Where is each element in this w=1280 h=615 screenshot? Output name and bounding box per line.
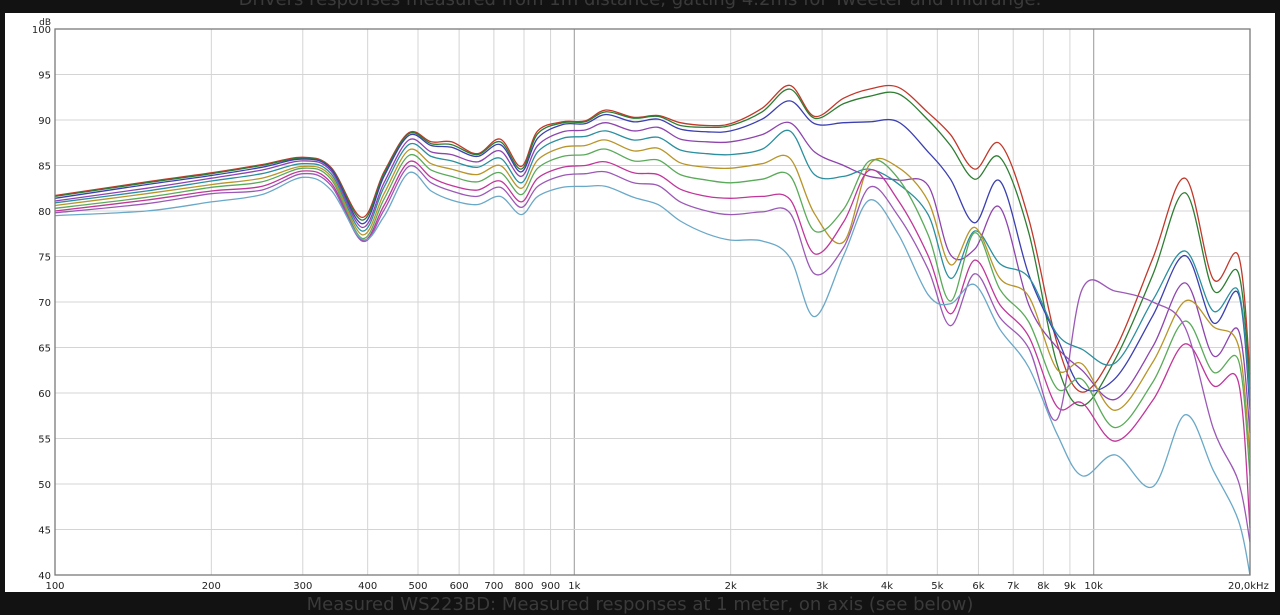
x-tick-label: 7k xyxy=(1007,581,1019,592)
x-tick-label: 6k xyxy=(972,581,984,592)
y-tick-label: 70 xyxy=(38,298,51,309)
x-tick-label: 400 xyxy=(358,581,377,592)
x-tick-label: 300 xyxy=(293,581,312,592)
x-tick-label: 1k xyxy=(568,581,580,592)
caption-top: Drivers responses measured from 1m dista… xyxy=(0,0,1280,10)
x-tick-label: 800 xyxy=(514,581,533,592)
x-tick-label: 8k xyxy=(1037,581,1049,592)
y-tick-label: 85 xyxy=(38,162,51,173)
y-tick-label: 55 xyxy=(38,435,51,446)
x-tick-label: 100 xyxy=(45,581,64,592)
y-tick-label: 75 xyxy=(38,253,51,264)
chart-panel: 40 45 50 55 60 65 70 75 80 85 90 95 100 100 200 300 400… xyxy=(5,13,1275,592)
x-tick-label: 4k xyxy=(881,581,893,592)
x-tick-label: 500 xyxy=(408,581,427,592)
y-tick-label: 45 xyxy=(38,526,51,537)
x-tick-label: 9k xyxy=(1064,581,1076,592)
x-tick-label: 10k xyxy=(1084,581,1103,592)
x-tick-label: 600 xyxy=(450,581,469,592)
y-tick-label: 60 xyxy=(38,389,51,400)
y-tick-label: 95 xyxy=(38,71,51,82)
frequency-response-chart: 404550556065707580859095100 100 200 300 400… xyxy=(5,13,1275,592)
x-tick-label: 3k xyxy=(816,581,828,592)
x-tick-label: 900 xyxy=(541,581,560,592)
x-tick-label: 700 xyxy=(484,581,503,592)
y-tick-label: 80 xyxy=(38,207,51,218)
y-tick-label: 50 xyxy=(38,480,51,491)
x-tick-label: 20,0kHz xyxy=(1228,581,1269,592)
x-tick-label: 2k xyxy=(725,581,737,592)
x-tick-label: 5k xyxy=(931,581,943,592)
y-tick-label: 90 xyxy=(38,116,51,127)
y-unit-label: dB xyxy=(39,18,51,28)
x-tick-label: 200 xyxy=(202,581,221,592)
y-tick-label: 65 xyxy=(38,344,51,355)
